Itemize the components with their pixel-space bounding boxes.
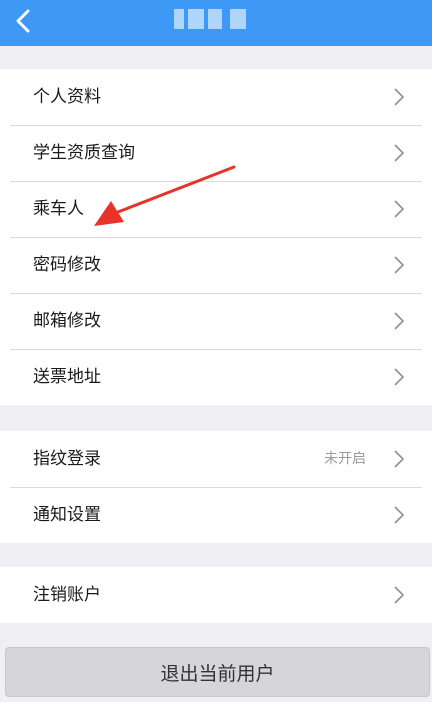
page-title-blurred bbox=[174, 9, 256, 29]
menu-item-label: 个人资料 bbox=[33, 87, 101, 107]
chevron-right-icon bbox=[394, 88, 404, 106]
menu-item-label: 指纹登录 bbox=[33, 449, 101, 469]
chevron-right-icon bbox=[394, 450, 404, 468]
menu-item-label: 邮箱修改 bbox=[33, 311, 101, 331]
logout-button[interactable]: 退出当前用户 bbox=[5, 647, 430, 697]
back-button[interactable] bbox=[6, 4, 40, 38]
menu-item-label: 注销账户 bbox=[33, 585, 101, 605]
menu-item-notification-settings[interactable]: 通知设置 bbox=[0, 487, 432, 543]
menu-item-label: 乘车人 bbox=[33, 199, 84, 219]
menu-item-label: 通知设置 bbox=[33, 505, 101, 525]
menu-item-label: 送票地址 bbox=[33, 367, 101, 387]
chevron-left-icon bbox=[16, 9, 30, 33]
menu-item-change-email[interactable]: 邮箱修改 bbox=[0, 293, 432, 349]
fingerprint-status: 未开启 bbox=[324, 451, 366, 467]
menu-item-label: 学生资质查询 bbox=[33, 143, 135, 163]
menu-item-fingerprint-login[interactable]: 指纹登录 未开启 bbox=[0, 431, 432, 487]
menu-item-change-password[interactable]: 密码修改 bbox=[0, 237, 432, 293]
settings-group-account: 个人资料 学生资质查询 乘车人 密码修改 邮箱修改 送票地址 bbox=[0, 69, 432, 405]
chevron-right-icon bbox=[394, 368, 404, 386]
chevron-right-icon bbox=[394, 312, 404, 330]
chevron-right-icon bbox=[394, 200, 404, 218]
top-nav-bar bbox=[0, 0, 432, 46]
menu-item-profile[interactable]: 个人资料 bbox=[0, 69, 432, 125]
settings-group-deactivate: 注销账户 bbox=[0, 567, 432, 623]
chevron-right-icon bbox=[394, 144, 404, 162]
menu-item-label: 密码修改 bbox=[33, 255, 101, 275]
menu-item-cancel-account[interactable]: 注销账户 bbox=[0, 567, 432, 623]
chevron-right-icon bbox=[394, 586, 404, 604]
menu-item-delivery-address[interactable]: 送票地址 bbox=[0, 349, 432, 405]
menu-item-passengers[interactable]: 乘车人 bbox=[0, 181, 432, 237]
chevron-right-icon bbox=[394, 256, 404, 274]
menu-item-student-qualification[interactable]: 学生资质查询 bbox=[0, 125, 432, 181]
settings-group-security: 指纹登录 未开启 通知设置 bbox=[0, 431, 432, 543]
chevron-right-icon bbox=[394, 506, 404, 524]
